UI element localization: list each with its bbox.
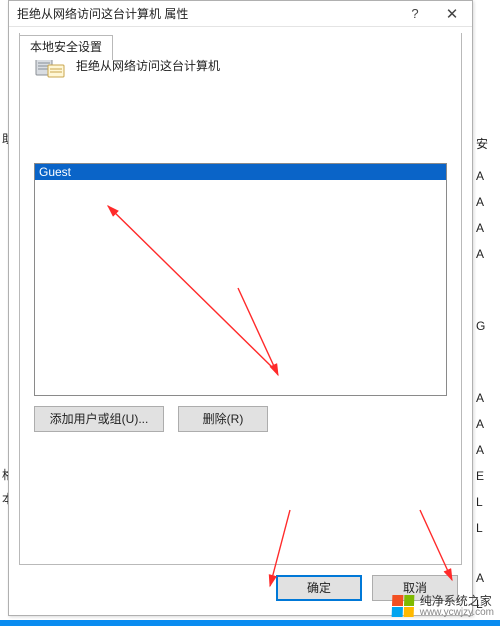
list-buttons: 添加用户或组(U)... 删除(R) [34,406,447,432]
windows-logo-icon [391,595,414,617]
bg-left-label-2: 格 [0,466,8,484]
watermark-line1: 纯净系统之家 [420,595,494,608]
watermark: 纯净系统之家 www.ycwjzy.com [392,595,494,618]
bg-right-item: A [470,384,500,410]
bg-left-fragment: 助 格 本 [0,100,8,480]
close-button[interactable]: ✕ [432,1,472,27]
bg-right-item: A [470,436,500,462]
help-button[interactable]: ? [398,1,432,27]
taskbar-fragment [0,620,500,626]
bg-right-item: G [470,312,500,338]
bg-right-item: A [470,410,500,436]
bg-right-item: E [470,462,500,488]
bg-right-item: A [470,564,500,590]
principals-listbox[interactable]: Guest [34,163,447,396]
ok-button[interactable]: 确定 [276,575,362,601]
bg-right-fragment: 安 A A A A G A A A E L L A L [470,130,500,574]
titlebar: 拒绝从网络访问这台计算机 属性 ? ✕ [9,1,472,27]
bg-right-item: L [470,514,500,540]
watermark-line2: www.ycwjzy.com [420,608,494,619]
bg-right-item: 安 [470,130,500,156]
tab-local-security[interactable]: 本地安全设置 [19,35,113,60]
bg-right-item: L [470,488,500,514]
bg-right-item: A [470,240,500,266]
remove-button[interactable]: 删除(R) [178,406,268,432]
bg-right-item: A [470,162,500,188]
bg-left-label-1: 助 [0,130,8,148]
bg-right-item: A [470,188,500,214]
add-user-button[interactable]: 添加用户或组(U)... [34,406,164,432]
window-title: 拒绝从网络访问这台计算机 属性 [17,5,398,22]
list-item-guest[interactable]: Guest [35,164,446,180]
tab-panel: 拒绝从网络访问这台计算机 Guest 添加用户或组(U)... 删除(R) [19,33,462,565]
bg-right-item: A [470,214,500,240]
bg-left-label-3: 本 [0,490,8,508]
properties-dialog: 拒绝从网络访问这台计算机 属性 ? ✕ 本地安全设置 说明 拒绝从网络访问这 [8,0,473,616]
watermark-text: 纯净系统之家 www.ycwjzy.com [420,595,494,618]
